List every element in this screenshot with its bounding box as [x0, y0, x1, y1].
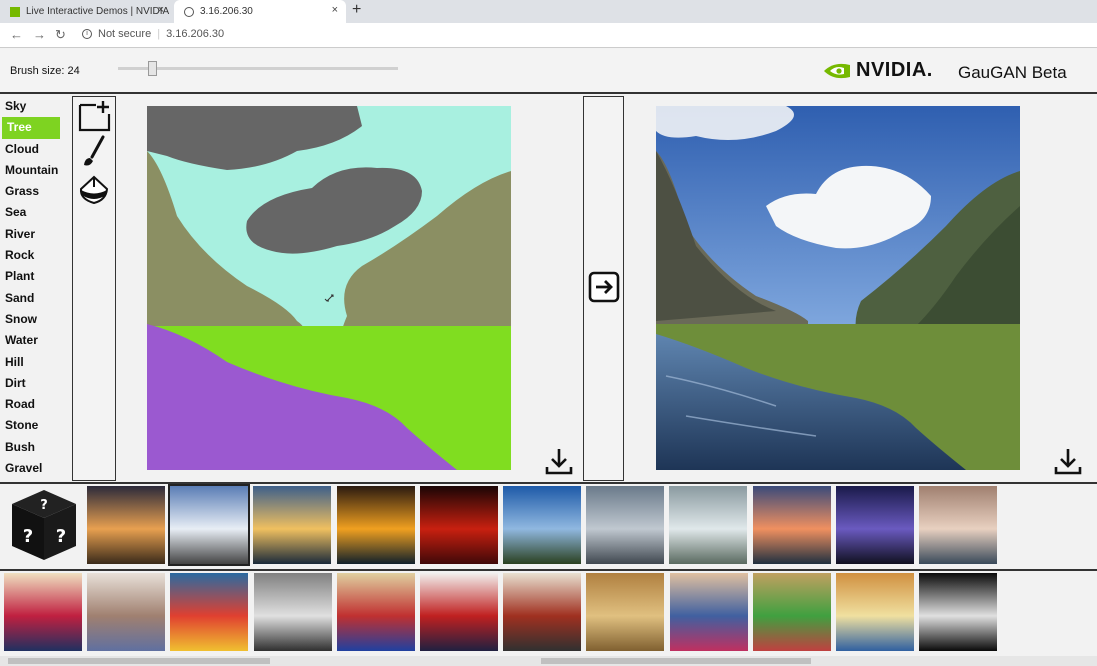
- reload-icon[interactable]: ↻: [55, 27, 66, 43]
- nvidia-logo: NVIDIA.: [822, 59, 933, 82]
- app-header: Brush size: 24 NVIDIA. GauGAN Beta: [0, 49, 1097, 94]
- scrollbar-thumb[interactable]: [541, 658, 811, 664]
- label-mountain[interactable]: Mountain: [0, 160, 62, 181]
- nvidia-wordmark: NVIDIA.: [856, 59, 933, 81]
- address-bar: ← → ↻ i Not secure | 3.16.206.30: [0, 23, 1097, 48]
- browser-tab-gaugan[interactable]: 3.16.206.30 ×: [174, 0, 346, 23]
- horizontal-scrollbar[interactable]: [0, 656, 1097, 666]
- label-road[interactable]: Road: [0, 394, 62, 415]
- style-thumbnail-matisse-portrait[interactable]: [669, 573, 748, 651]
- url-text: 3.16.206.30: [166, 28, 225, 40]
- style-thumbnail-fjord-cliffs[interactable]: [503, 486, 581, 564]
- brush-size-slider-handle[interactable]: [148, 61, 157, 76]
- brush-size-slider[interactable]: [118, 67, 398, 70]
- label-sky[interactable]: Sky: [0, 96, 62, 117]
- app-title: GauGAN Beta: [958, 63, 1067, 82]
- label-sand[interactable]: Sand: [0, 288, 62, 309]
- style-thumbnail-calm-sea[interactable]: [919, 486, 997, 564]
- style-thumbnail-sunset-lake[interactable]: [253, 486, 332, 564]
- generated-landscape: [656, 106, 1020, 470]
- download-result-icon[interactable]: [1053, 446, 1083, 476]
- style-thumbnail-self-portrait[interactable]: [836, 573, 914, 651]
- style-thumbnail-purple-dusk[interactable]: [835, 486, 914, 564]
- label-water[interactable]: Water: [0, 330, 62, 351]
- label-cloud[interactable]: Cloud: [0, 139, 62, 160]
- download-segmentation-icon[interactable]: [544, 446, 574, 476]
- brush-size-label: Brush size: 24: [10, 65, 80, 77]
- render-arrow-button[interactable]: [588, 271, 620, 303]
- label-rock[interactable]: Rock: [0, 245, 62, 266]
- label-river[interactable]: River: [0, 224, 62, 245]
- nvidia-favicon-icon: [10, 6, 20, 17]
- generated-image: [656, 106, 1020, 470]
- security-label: Not secure: [98, 28, 152, 40]
- label-palette: Sky Tree Cloud Mountain Grass Sea River Rock Pla…: [0, 96, 62, 479]
- forward-icon[interactable]: →: [33, 27, 46, 42]
- label-stone[interactable]: Stone: [0, 415, 62, 436]
- toolbox: [72, 96, 116, 481]
- style-thumbnail-handprint[interactable]: [420, 573, 498, 651]
- style-thumbnail-cloudy-road[interactable]: [168, 484, 251, 566]
- style-row-artworks: [0, 571, 1097, 656]
- label-plant[interactable]: Plant: [0, 266, 62, 287]
- label-tree[interactable]: Tree: [2, 117, 60, 139]
- drawing-canvas[interactable]: [147, 106, 511, 470]
- url-field[interactable]: i Not secure | 3.16.206.30: [82, 28, 224, 40]
- style-thumbnail-floral-sketch[interactable]: [87, 573, 166, 651]
- globe-icon: [184, 6, 194, 17]
- brush-icon[interactable]: [76, 135, 112, 169]
- style-thumbnail-circles-art[interactable]: [4, 573, 82, 651]
- label-snow[interactable]: Snow: [0, 309, 62, 330]
- style-thumbnail-kandinsky[interactable]: [336, 573, 415, 651]
- random-style-dice-icon[interactable]: ? ? ?: [8, 488, 80, 562]
- style-thumbnail-pale-shore[interactable]: [669, 486, 748, 564]
- style-thumbnail-abstract-lines[interactable]: [503, 573, 582, 651]
- new-canvas-icon[interactable]: [76, 99, 112, 133]
- style-thumbnail-red-sky[interactable]: [419, 486, 498, 564]
- info-icon: i: [82, 29, 92, 39]
- tab-title: Live Interactive Demos | NVIDIA: [26, 6, 170, 17]
- label-hill[interactable]: Hill: [0, 352, 62, 373]
- browser-tab-bar: Live Interactive Demos | NVIDIA × 3.16.2…: [0, 0, 1097, 23]
- style-thumbnail-sunset-dusk[interactable]: [87, 486, 165, 564]
- browser-tab-nvidia[interactable]: Live Interactive Demos | NVIDIA ×: [0, 0, 172, 23]
- label-bush[interactable]: Bush: [0, 437, 62, 458]
- style-row-photos: ? ? ?: [0, 484, 1097, 570]
- url-divider: |: [157, 28, 161, 40]
- style-thumbnail-pink-clouds[interactable]: [752, 486, 831, 564]
- render-panel: [583, 96, 624, 481]
- style-thumbnail-black-white-lines[interactable]: [919, 573, 998, 651]
- svg-text:?: ?: [40, 498, 48, 513]
- tab-title: 3.16.206.30: [200, 6, 253, 17]
- back-icon[interactable]: ←: [10, 27, 23, 42]
- label-grass[interactable]: Grass: [0, 181, 62, 202]
- nvidia-eye-icon: [824, 63, 850, 78]
- segmentation-map: [147, 106, 511, 470]
- close-tab-icon[interactable]: ×: [332, 4, 338, 16]
- style-thumbnail-umbrella-painting[interactable]: [170, 573, 249, 651]
- label-dirt[interactable]: Dirt: [0, 373, 62, 394]
- fill-bucket-icon[interactable]: [76, 173, 112, 207]
- style-thumbnail-orange-sunset[interactable]: [336, 486, 415, 564]
- style-thumbnail-golden-texture[interactable]: [586, 573, 665, 651]
- style-thumbnail-picasso-portrait[interactable]: [752, 573, 831, 651]
- svg-text:?: ?: [56, 526, 66, 547]
- label-sea[interactable]: Sea: [0, 202, 62, 223]
- new-tab-button[interactable]: +: [352, 1, 361, 19]
- style-thumbnail-overcast-beach[interactable]: [586, 486, 665, 564]
- label-gravel[interactable]: Gravel: [0, 458, 62, 479]
- scrollbar-thumb[interactable]: [8, 658, 270, 664]
- close-tab-icon[interactable]: ×: [158, 4, 164, 16]
- style-thumbnail-cubist-gray[interactable]: [253, 573, 332, 651]
- svg-text:?: ?: [23, 526, 33, 547]
